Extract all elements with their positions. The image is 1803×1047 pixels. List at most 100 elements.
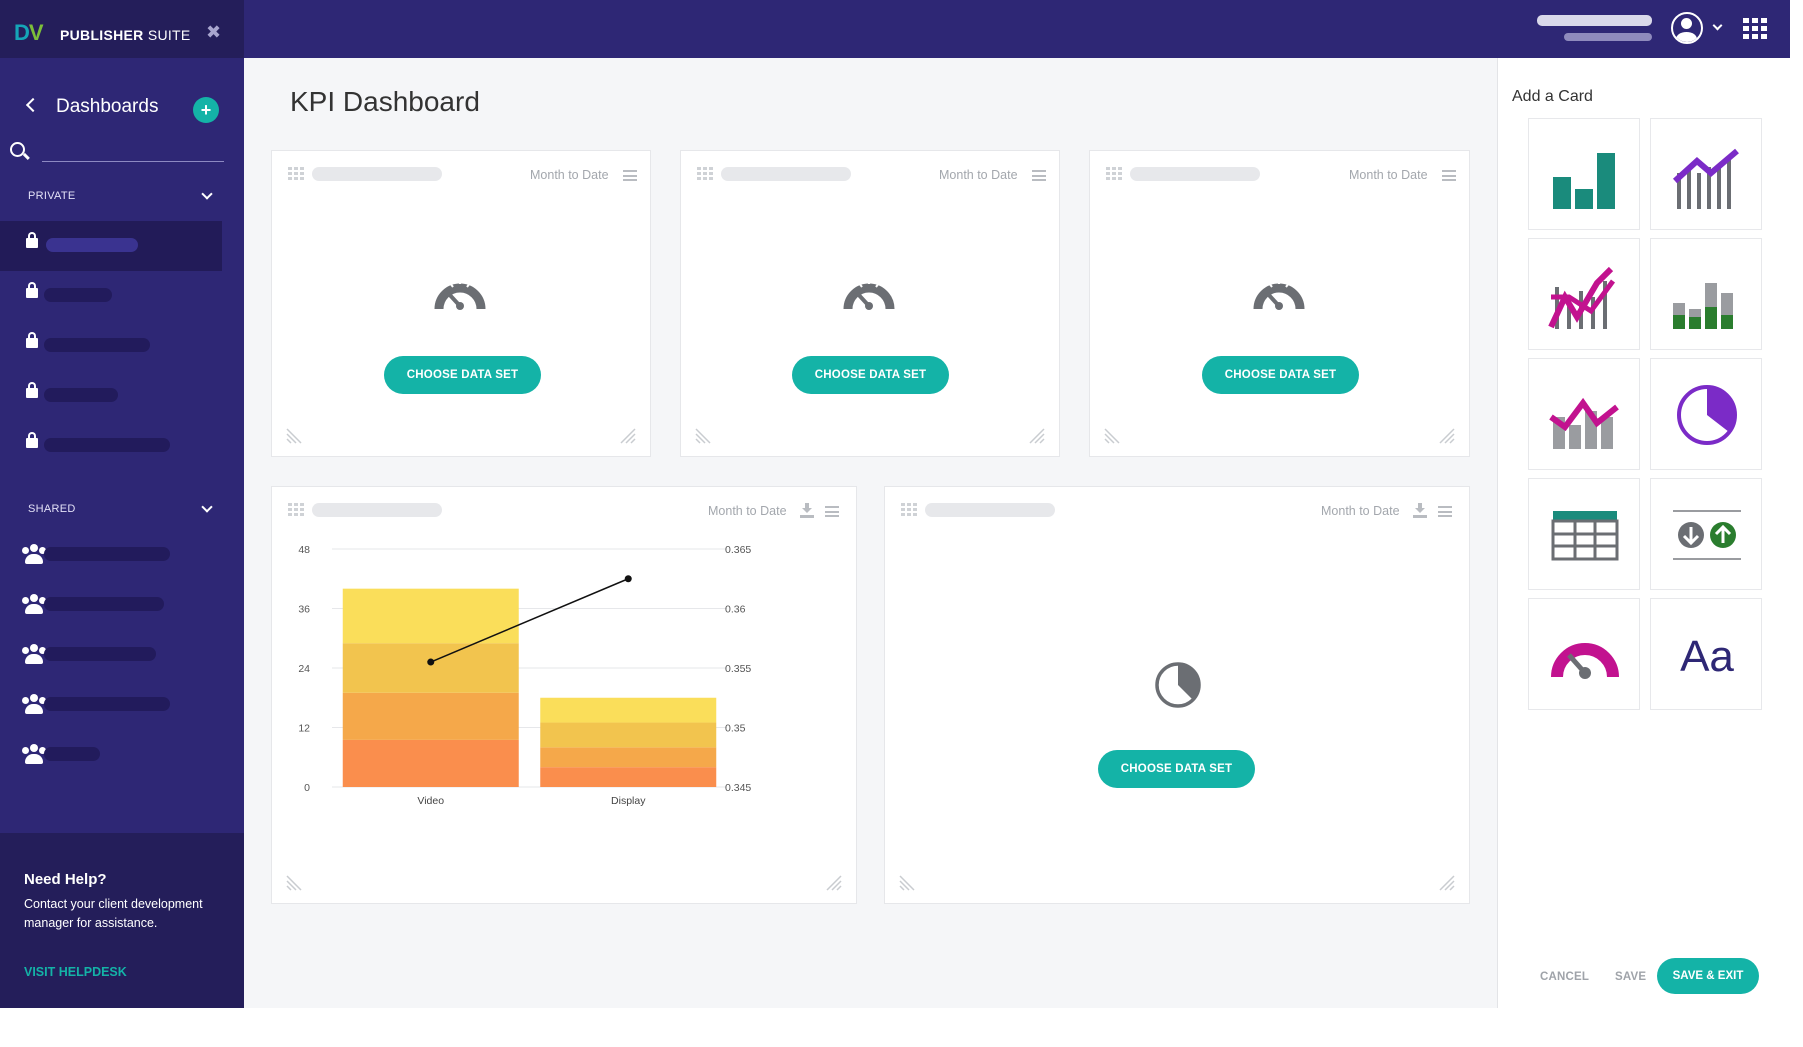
- avatar[interactable]: [1671, 12, 1703, 44]
- save-and-exit-button[interactable]: SAVE & EXIT: [1657, 958, 1759, 994]
- table-icon: [1551, 511, 1619, 561]
- drag-handle-icon[interactable]: [697, 167, 713, 180]
- add-card-heading: Add a Card: [1512, 88, 1593, 105]
- resize-left-icon[interactable]: [1104, 428, 1120, 444]
- add-combo-chart-tile[interactable]: [1528, 238, 1640, 350]
- cancel-button[interactable]: CANCEL: [1540, 971, 1589, 983]
- save-button[interactable]: SAVE: [1615, 971, 1646, 983]
- y-left-tick-label: 12: [298, 723, 310, 735]
- sidebar: DV PUBLISHER SUITE ✖ Dashboards + PRIVAT…: [0, 0, 244, 1008]
- choose-data-set-button[interactable]: CHOOSE DATA SET: [384, 356, 541, 394]
- add-stacked-bar-chart-tile[interactable]: [1650, 238, 1762, 350]
- users-icon: [22, 544, 46, 564]
- shared-dashboard-item[interactable]: [0, 530, 222, 580]
- chevron-down-icon[interactable]: [201, 501, 213, 513]
- private-dashboard-item[interactable]: [0, 371, 222, 421]
- drag-handle-icon[interactable]: [1106, 167, 1122, 180]
- item-placeholder: [44, 697, 170, 711]
- top-bar: [244, 0, 1790, 58]
- item-placeholder: [44, 338, 150, 352]
- y-right-tick-label: 0.355: [725, 663, 751, 675]
- resize-right-icon[interactable]: [1029, 428, 1045, 444]
- choose-data-set-button[interactable]: CHOOSE DATA SET: [1098, 750, 1255, 788]
- chevron-down-icon[interactable]: [201, 188, 213, 200]
- date-range-label[interactable]: Month to Date: [530, 168, 609, 182]
- add-bar-chart-tile[interactable]: [1528, 118, 1640, 230]
- resize-left-icon[interactable]: [899, 875, 915, 891]
- add-table-tile[interactable]: [1528, 478, 1640, 590]
- app-window: DV PUBLISHER SUITE ✖ Dashboards + PRIVAT…: [0, 0, 1790, 1008]
- resize-left-icon[interactable]: [286, 428, 302, 444]
- download-icon-base: [1413, 515, 1427, 518]
- resize-right-icon[interactable]: [1439, 428, 1455, 444]
- help-panel: Need Help? Contact your client developme…: [0, 833, 244, 1008]
- bar-segment: [342, 692, 519, 740]
- shared-dashboard-item[interactable]: [0, 580, 222, 630]
- add-line-bar-chart-tile[interactable]: [1650, 118, 1762, 230]
- choose-data-set-button[interactable]: CHOOSE DATA SET: [792, 356, 949, 394]
- bar-segment: [540, 747, 717, 768]
- date-range-label[interactable]: Month to Date: [1321, 504, 1400, 518]
- shared-dashboard-item[interactable]: [0, 630, 222, 680]
- private-dashboard-item[interactable]: [0, 321, 222, 371]
- search-input[interactable]: [42, 140, 224, 162]
- menu-icon[interactable]: [1442, 170, 1456, 181]
- add-area-line-chart-tile[interactable]: [1528, 358, 1640, 470]
- drag-handle-icon[interactable]: [288, 503, 304, 516]
- resize-right-icon[interactable]: [1439, 875, 1455, 891]
- choose-data-set-button[interactable]: CHOOSE DATA SET: [1202, 356, 1359, 394]
- users-icon: [22, 644, 46, 664]
- add-gauge-tile[interactable]: [1528, 598, 1640, 710]
- add-text-tile[interactable]: Aa: [1650, 598, 1762, 710]
- menu-icon[interactable]: [825, 506, 839, 517]
- apps-grid-icon[interactable]: [1743, 18, 1767, 40]
- private-dashboard-item[interactable]: [0, 271, 222, 321]
- menu-icon[interactable]: [1438, 506, 1452, 517]
- help-heading: Need Help?: [24, 871, 107, 888]
- resize-left-icon[interactable]: [695, 428, 711, 444]
- menu-icon[interactable]: [623, 170, 637, 181]
- drag-handle-icon[interactable]: [288, 167, 304, 180]
- user-name-placeholder: [1537, 15, 1652, 26]
- resize-left-icon[interactable]: [286, 875, 302, 891]
- bar-segment: [342, 643, 519, 693]
- chart-card: Month to Date 0 12 24 36 48 0.345 0.35 0.355 0.3…: [271, 486, 857, 904]
- visit-helpdesk-link[interactable]: VISIT HELPDESK: [24, 965, 127, 979]
- kpi-card-2: Month to Date CHOOSE DATA SET: [680, 150, 1060, 457]
- y-right-tick-label: 0.365: [725, 544, 751, 556]
- add-pie-chart-tile[interactable]: [1650, 358, 1762, 470]
- dashboards-back-link[interactable]: Dashboards: [25, 96, 158, 118]
- gauge-icon: [843, 279, 895, 310]
- close-icon[interactable]: ✖: [206, 22, 221, 43]
- kpi-card-3: Month to Date CHOOSE DATA SET: [1089, 150, 1470, 457]
- item-placeholder: [44, 547, 170, 561]
- y-left-tick-label: 0: [304, 782, 310, 794]
- private-dashboard-item[interactable]: [0, 421, 222, 471]
- resize-right-icon[interactable]: [620, 428, 636, 444]
- bar-segment: [540, 722, 717, 748]
- card-title-placeholder: [1130, 167, 1260, 181]
- pie-chart-icon: [1155, 662, 1201, 708]
- shared-dashboard-item[interactable]: [0, 680, 222, 730]
- menu-icon[interactable]: [1032, 170, 1046, 181]
- private-dashboard-item[interactable]: [0, 221, 222, 271]
- date-range-label[interactable]: Month to Date: [1349, 168, 1428, 182]
- item-placeholder: [44, 597, 164, 611]
- add-dashboard-button[interactable]: +: [193, 97, 219, 123]
- drag-handle-icon[interactable]: [901, 503, 917, 516]
- date-range-label[interactable]: Month to Date: [708, 504, 787, 518]
- brand-bar: DV PUBLISHER SUITE ✖: [0, 0, 244, 58]
- add-compare-tile[interactable]: [1650, 478, 1762, 590]
- resize-right-icon[interactable]: [826, 875, 842, 891]
- area-line-chart-icon: [1549, 397, 1619, 449]
- user-role-placeholder: [1564, 33, 1652, 41]
- gauge-icon: [434, 279, 486, 310]
- shared-dashboard-item[interactable]: [0, 730, 222, 780]
- date-range-label[interactable]: Month to Date: [939, 168, 1018, 182]
- item-placeholder: [46, 238, 138, 252]
- y-left-tick-label: 24: [298, 663, 310, 675]
- chevron-down-icon[interactable]: [1712, 20, 1723, 31]
- compare-icon: [1673, 510, 1741, 560]
- bar-chart-icon: [1553, 153, 1615, 209]
- lock-icon: [26, 432, 38, 448]
